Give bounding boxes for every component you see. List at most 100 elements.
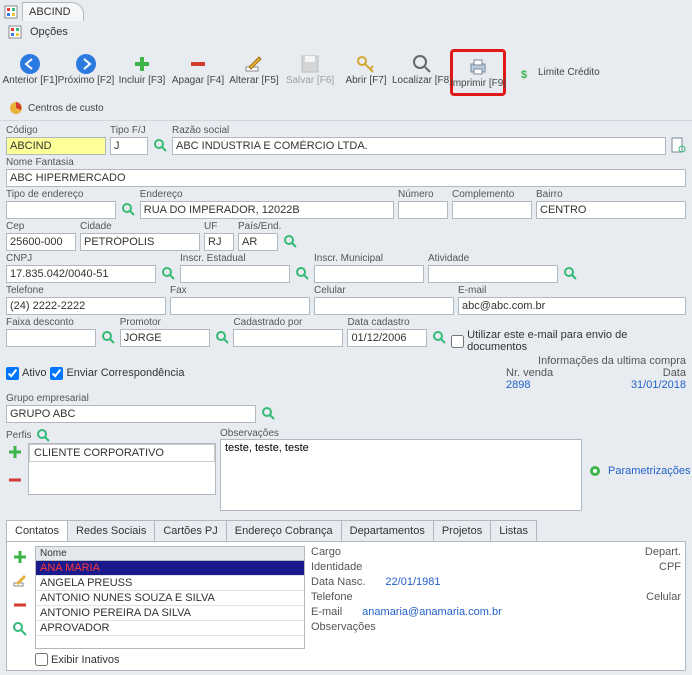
contact-edit-button[interactable]	[11, 572, 29, 590]
tab-listas[interactable]: Listas	[490, 520, 537, 541]
contact-row[interactable]: ANA MARIA	[36, 561, 304, 576]
d-datanasc-value: 22/01/1981	[385, 576, 440, 588]
complemento-label: Complemento	[452, 189, 532, 200]
perfis-lookup-icon[interactable]	[35, 427, 51, 443]
perfis-list[interactable]: CLIENTE CORPORATIVO	[28, 443, 216, 495]
doc-icon[interactable]	[670, 137, 686, 153]
tipoend-input[interactable]	[6, 201, 116, 219]
bairro-label: Bairro	[536, 189, 686, 200]
save-icon	[299, 53, 321, 75]
localizar-label: Localizar [F8]	[392, 75, 452, 86]
cnpj-input[interactable]	[6, 265, 156, 283]
incluir-button[interactable]: Incluir [F3]	[114, 49, 170, 96]
atividade-lookup-icon[interactable]	[562, 265, 578, 281]
tab-depart[interactable]: Departamentos	[341, 520, 434, 541]
anterior-button[interactable]: Anterior [F1]	[2, 49, 58, 96]
complemento-input[interactable]	[452, 201, 532, 219]
options-menu[interactable]: Opções	[0, 23, 692, 45]
anterior-label: Anterior [F1]	[2, 75, 57, 86]
abrir-label: Abrir [F7]	[345, 75, 386, 86]
exibirinativos-checkbox[interactable]	[35, 653, 48, 666]
bairro-input[interactable]	[536, 201, 686, 219]
paisend-input[interactable]	[238, 233, 278, 251]
contact-row[interactable]: ANTONIO PEREIRA DA SILVA	[36, 606, 304, 621]
atividade-input[interactable]	[428, 265, 558, 283]
centros-button[interactable]: Centros de custo	[2, 96, 110, 120]
cadpor-input[interactable]	[233, 329, 343, 347]
fantasia-input[interactable]	[6, 169, 686, 187]
uf-input[interactable]	[204, 233, 234, 251]
salvar-button[interactable]: Salvar [F6]	[282, 49, 338, 96]
codigo-input[interactable]	[6, 137, 106, 155]
perfil-del-button[interactable]	[6, 471, 24, 489]
apagar-button[interactable]: Apagar [F4]	[170, 49, 226, 96]
email-input[interactable]	[458, 297, 686, 315]
celular-label: Celular	[314, 285, 454, 296]
param-link[interactable]: Parametrizações	[608, 465, 691, 477]
fax-input[interactable]	[170, 297, 310, 315]
promotor-lookup-icon[interactable]	[214, 329, 230, 345]
endereco-input[interactable]	[140, 201, 394, 219]
d-celular-label: Celular	[646, 591, 681, 603]
d-datanasc-label: Data Nasc.	[311, 576, 365, 588]
razao-label: Razão social	[172, 125, 666, 136]
alterar-button[interactable]: Alterar [F5]	[226, 49, 282, 96]
d-telefone-label: Telefone	[311, 591, 353, 603]
perfis-label: Perfis	[6, 430, 32, 441]
utilizaremail-checkbox[interactable]	[451, 335, 464, 348]
faixa-input[interactable]	[6, 329, 96, 347]
datacad-input[interactable]	[347, 329, 427, 347]
tipoend-lookup-icon[interactable]	[120, 201, 136, 217]
limite-button[interactable]: $ Limite Crédito	[512, 49, 606, 96]
tab-redes[interactable]: Redes Sociais	[67, 520, 155, 541]
cnpj-label: CNPJ	[6, 253, 156, 264]
ativo-label: Ativo	[22, 367, 46, 379]
contact-row[interactable]: ANGELA PREUSS	[36, 576, 304, 591]
grupo-input[interactable]	[6, 405, 256, 423]
localizar-button[interactable]: Localizar [F8]	[394, 49, 450, 96]
dataultima-value: 31/01/2018	[631, 379, 686, 391]
tab-cartoes[interactable]: Cartões PJ	[154, 520, 226, 541]
d-ident-label: Identidade	[311, 561, 362, 573]
promotor-input[interactable]	[120, 329, 210, 347]
abrir-button[interactable]: Abrir [F7]	[338, 49, 394, 96]
inscmun-input[interactable]	[314, 265, 424, 283]
contact-row[interactable]: ANTONIO NUNES SOUZA E SILVA	[36, 591, 304, 606]
inscest-lookup-icon[interactable]	[294, 265, 310, 281]
telefone-input[interactable]	[6, 297, 166, 315]
imprimir-button[interactable]: Imprimir [F9]	[450, 49, 506, 96]
inscest-input[interactable]	[180, 265, 290, 283]
perfil-item[interactable]: CLIENTE CORPORATIVO	[29, 444, 215, 462]
cep-input[interactable]	[6, 233, 76, 251]
d-depart-label: Depart.	[645, 546, 681, 558]
tab-endcob[interactable]: Endereço Cobrança	[226, 520, 342, 541]
perfil-add-button[interactable]	[6, 443, 24, 461]
gear-icon	[586, 462, 604, 480]
arrow-left-icon	[19, 53, 41, 75]
inscest-label: Inscr. Estadual	[180, 253, 290, 264]
cnpj-lookup-icon[interactable]	[160, 265, 176, 281]
tipofj-lookup-icon[interactable]	[152, 137, 168, 153]
contact-search-button[interactable]	[11, 620, 29, 638]
contact-add-button[interactable]	[11, 548, 29, 566]
ativo-checkbox[interactable]	[6, 367, 19, 380]
enviarcorr-checkbox[interactable]	[50, 367, 63, 380]
proximo-button[interactable]: Próximo [F2]	[58, 49, 114, 96]
arrow-right-icon	[75, 53, 97, 75]
celular-input[interactable]	[314, 297, 454, 315]
observ-textarea[interactable]	[220, 439, 582, 511]
contact-row[interactable]: APROVADOR	[36, 621, 304, 636]
tab-contatos[interactable]: Contatos	[6, 520, 68, 541]
razao-input[interactable]	[172, 137, 666, 155]
contact-del-button[interactable]	[11, 596, 29, 614]
tipofj-input[interactable]	[110, 137, 148, 155]
pais-lookup-icon[interactable]	[282, 233, 298, 249]
contact-list[interactable]: ANA MARIA ANGELA PREUSS ANTONIO NUNES SO…	[35, 561, 305, 649]
numero-input[interactable]	[398, 201, 448, 219]
cidade-input[interactable]	[80, 233, 200, 251]
faixa-lookup-icon[interactable]	[100, 329, 116, 345]
grupo-lookup-icon[interactable]	[260, 405, 276, 421]
tab-projetos[interactable]: Projetos	[433, 520, 491, 541]
tab-main[interactable]: ABCIND	[22, 2, 84, 21]
datacad-lookup-icon[interactable]	[431, 329, 447, 345]
